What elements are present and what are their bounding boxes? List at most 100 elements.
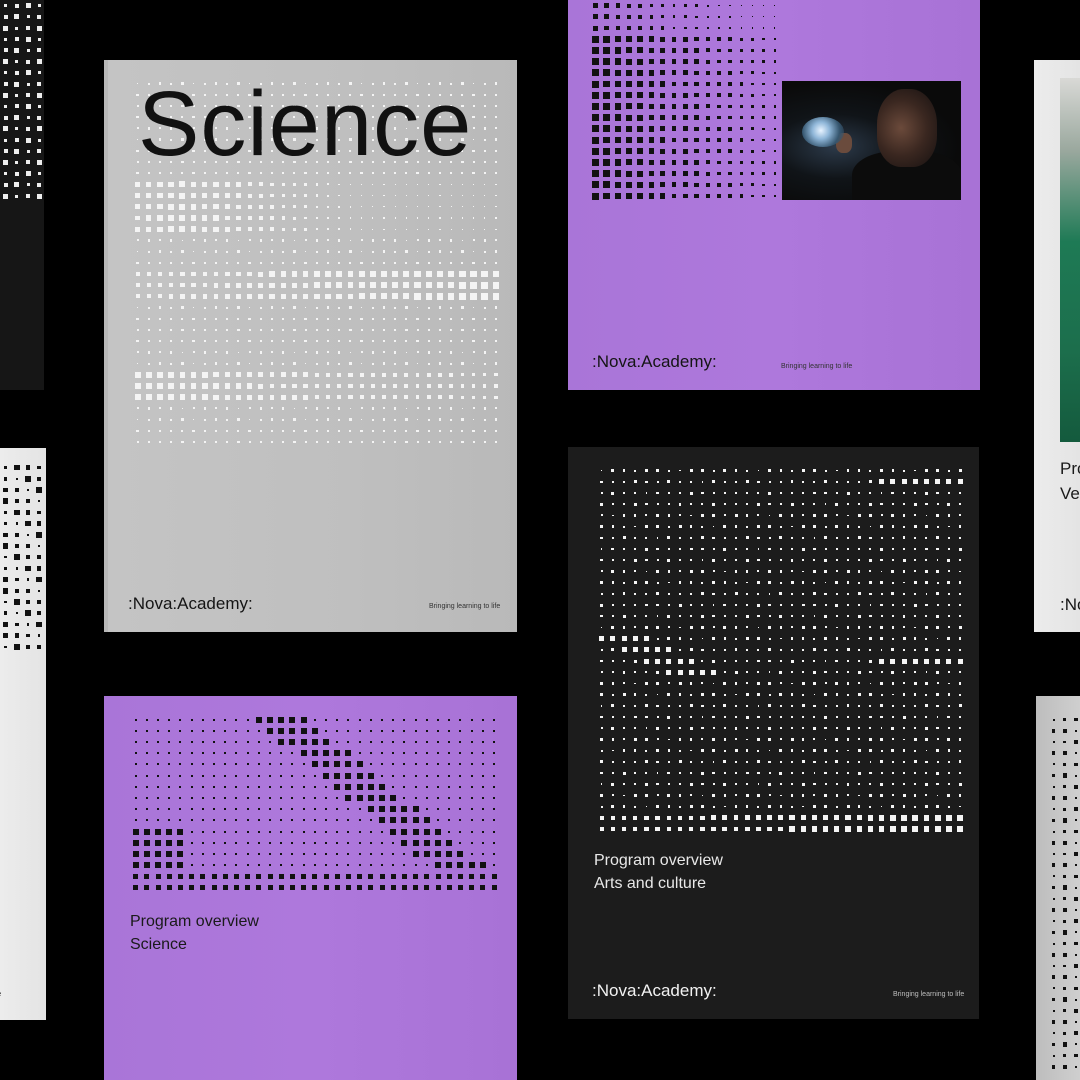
pattern-dot <box>682 193 688 199</box>
pattern-dot <box>304 306 307 309</box>
pattern-dot <box>394 362 397 365</box>
pattern-dot <box>644 625 648 629</box>
pattern-dot <box>958 682 962 685</box>
pattern-dot <box>790 502 794 506</box>
pattern-dot <box>958 536 962 539</box>
pattern-dot <box>461 351 464 354</box>
pattern-dot <box>361 195 363 197</box>
pattern-dot <box>236 182 241 187</box>
pattern-dot <box>202 394 208 400</box>
pattern-dot <box>812 749 816 753</box>
pattern-dot <box>3 82 8 86</box>
pattern-dot <box>623 716 625 718</box>
pattern-dot <box>246 774 249 777</box>
pattern-dot <box>891 581 894 584</box>
pattern-dot <box>14 81 20 87</box>
pattern-dot <box>1052 808 1055 811</box>
pattern-dot <box>436 293 444 300</box>
dot-pattern <box>596 465 966 835</box>
pattern-dot <box>891 805 895 808</box>
pattern-dot <box>728 149 732 153</box>
pattern-dot <box>336 740 339 744</box>
pattern-dot <box>914 514 917 517</box>
pattern-dot <box>314 282 320 288</box>
pattern-dot <box>790 715 794 719</box>
pattern-dot <box>246 852 249 856</box>
pattern-dot <box>637 36 644 43</box>
pattern-dot <box>1074 852 1078 856</box>
pattern-dot <box>947 570 950 573</box>
pattern-dot <box>695 26 698 30</box>
pattern-dot <box>1052 830 1055 833</box>
pattern-dot <box>382 250 386 253</box>
pattern-dot <box>757 480 760 484</box>
pattern-dot <box>356 783 363 790</box>
pattern-dot <box>268 841 272 844</box>
pattern-dot <box>371 250 374 253</box>
pattern-dot <box>925 514 928 517</box>
pattern-dot <box>414 763 417 766</box>
pattern-dot <box>768 659 771 663</box>
pattern-dot <box>405 440 408 444</box>
pattern-dot <box>667 693 671 696</box>
pattern-dot <box>459 293 466 300</box>
pattern-dot <box>723 592 726 595</box>
pattern-dot <box>289 716 296 723</box>
pattern-dot <box>203 328 206 332</box>
pattern-dot <box>705 81 710 87</box>
pattern-dot <box>436 718 440 721</box>
pattern-dot <box>694 115 699 120</box>
pattern-dot <box>790 581 794 585</box>
pattern-dot <box>746 547 749 551</box>
pattern-dot <box>224 740 227 744</box>
pattern-dot <box>26 633 30 638</box>
pattern-dot <box>1052 1009 1055 1012</box>
pattern-dot <box>656 525 659 528</box>
program-overview: Program overview Arts and culture <box>594 849 723 895</box>
pattern-dot <box>449 429 453 433</box>
pattern-dot <box>224 752 227 755</box>
pattern-dot <box>728 171 732 176</box>
pattern-dot <box>723 603 727 607</box>
pattern-dot <box>369 830 372 833</box>
pattern-dot <box>645 682 648 685</box>
pattern-dot <box>190 774 193 777</box>
pattern-dot <box>190 752 193 755</box>
pattern-dot <box>25 554 31 560</box>
pattern-dot <box>626 159 633 166</box>
pattern-dot <box>891 726 895 730</box>
pattern-dot <box>472 127 475 130</box>
pattern-dot <box>247 282 253 288</box>
pattern-dot <box>260 430 262 432</box>
pattern-dot <box>15 488 19 492</box>
pattern-dot <box>148 430 150 432</box>
pattern-dot <box>278 727 285 734</box>
pattern-dot <box>224 182 230 187</box>
pattern-dot <box>901 658 907 664</box>
pattern-dot <box>201 808 204 811</box>
pattern-dot <box>645 671 648 674</box>
pattern-dot <box>1063 807 1067 811</box>
pattern-dot <box>293 440 296 444</box>
pattern-dot <box>472 250 475 253</box>
pattern-dot <box>135 204 140 210</box>
pattern-dot <box>801 581 805 584</box>
pattern-dot <box>846 559 850 562</box>
pattern-dot <box>313 785 316 788</box>
pattern-dot <box>947 805 950 808</box>
pattern-dot <box>768 782 771 786</box>
pattern-dot <box>958 794 962 797</box>
pattern-dot <box>645 536 648 539</box>
pattern-dot <box>683 26 687 30</box>
pattern-dot <box>723 715 726 719</box>
pattern-dot <box>614 136 622 144</box>
pattern-dot <box>144 885 150 891</box>
pattern-dot <box>824 670 827 674</box>
pattern-dot <box>1051 751 1056 755</box>
pattern-dot <box>1062 1042 1067 1047</box>
pattern-dot <box>425 270 432 278</box>
pattern-dot <box>361 217 363 219</box>
pattern-dot <box>712 637 715 640</box>
pattern-dot <box>902 570 906 573</box>
pattern-dot <box>484 206 486 208</box>
